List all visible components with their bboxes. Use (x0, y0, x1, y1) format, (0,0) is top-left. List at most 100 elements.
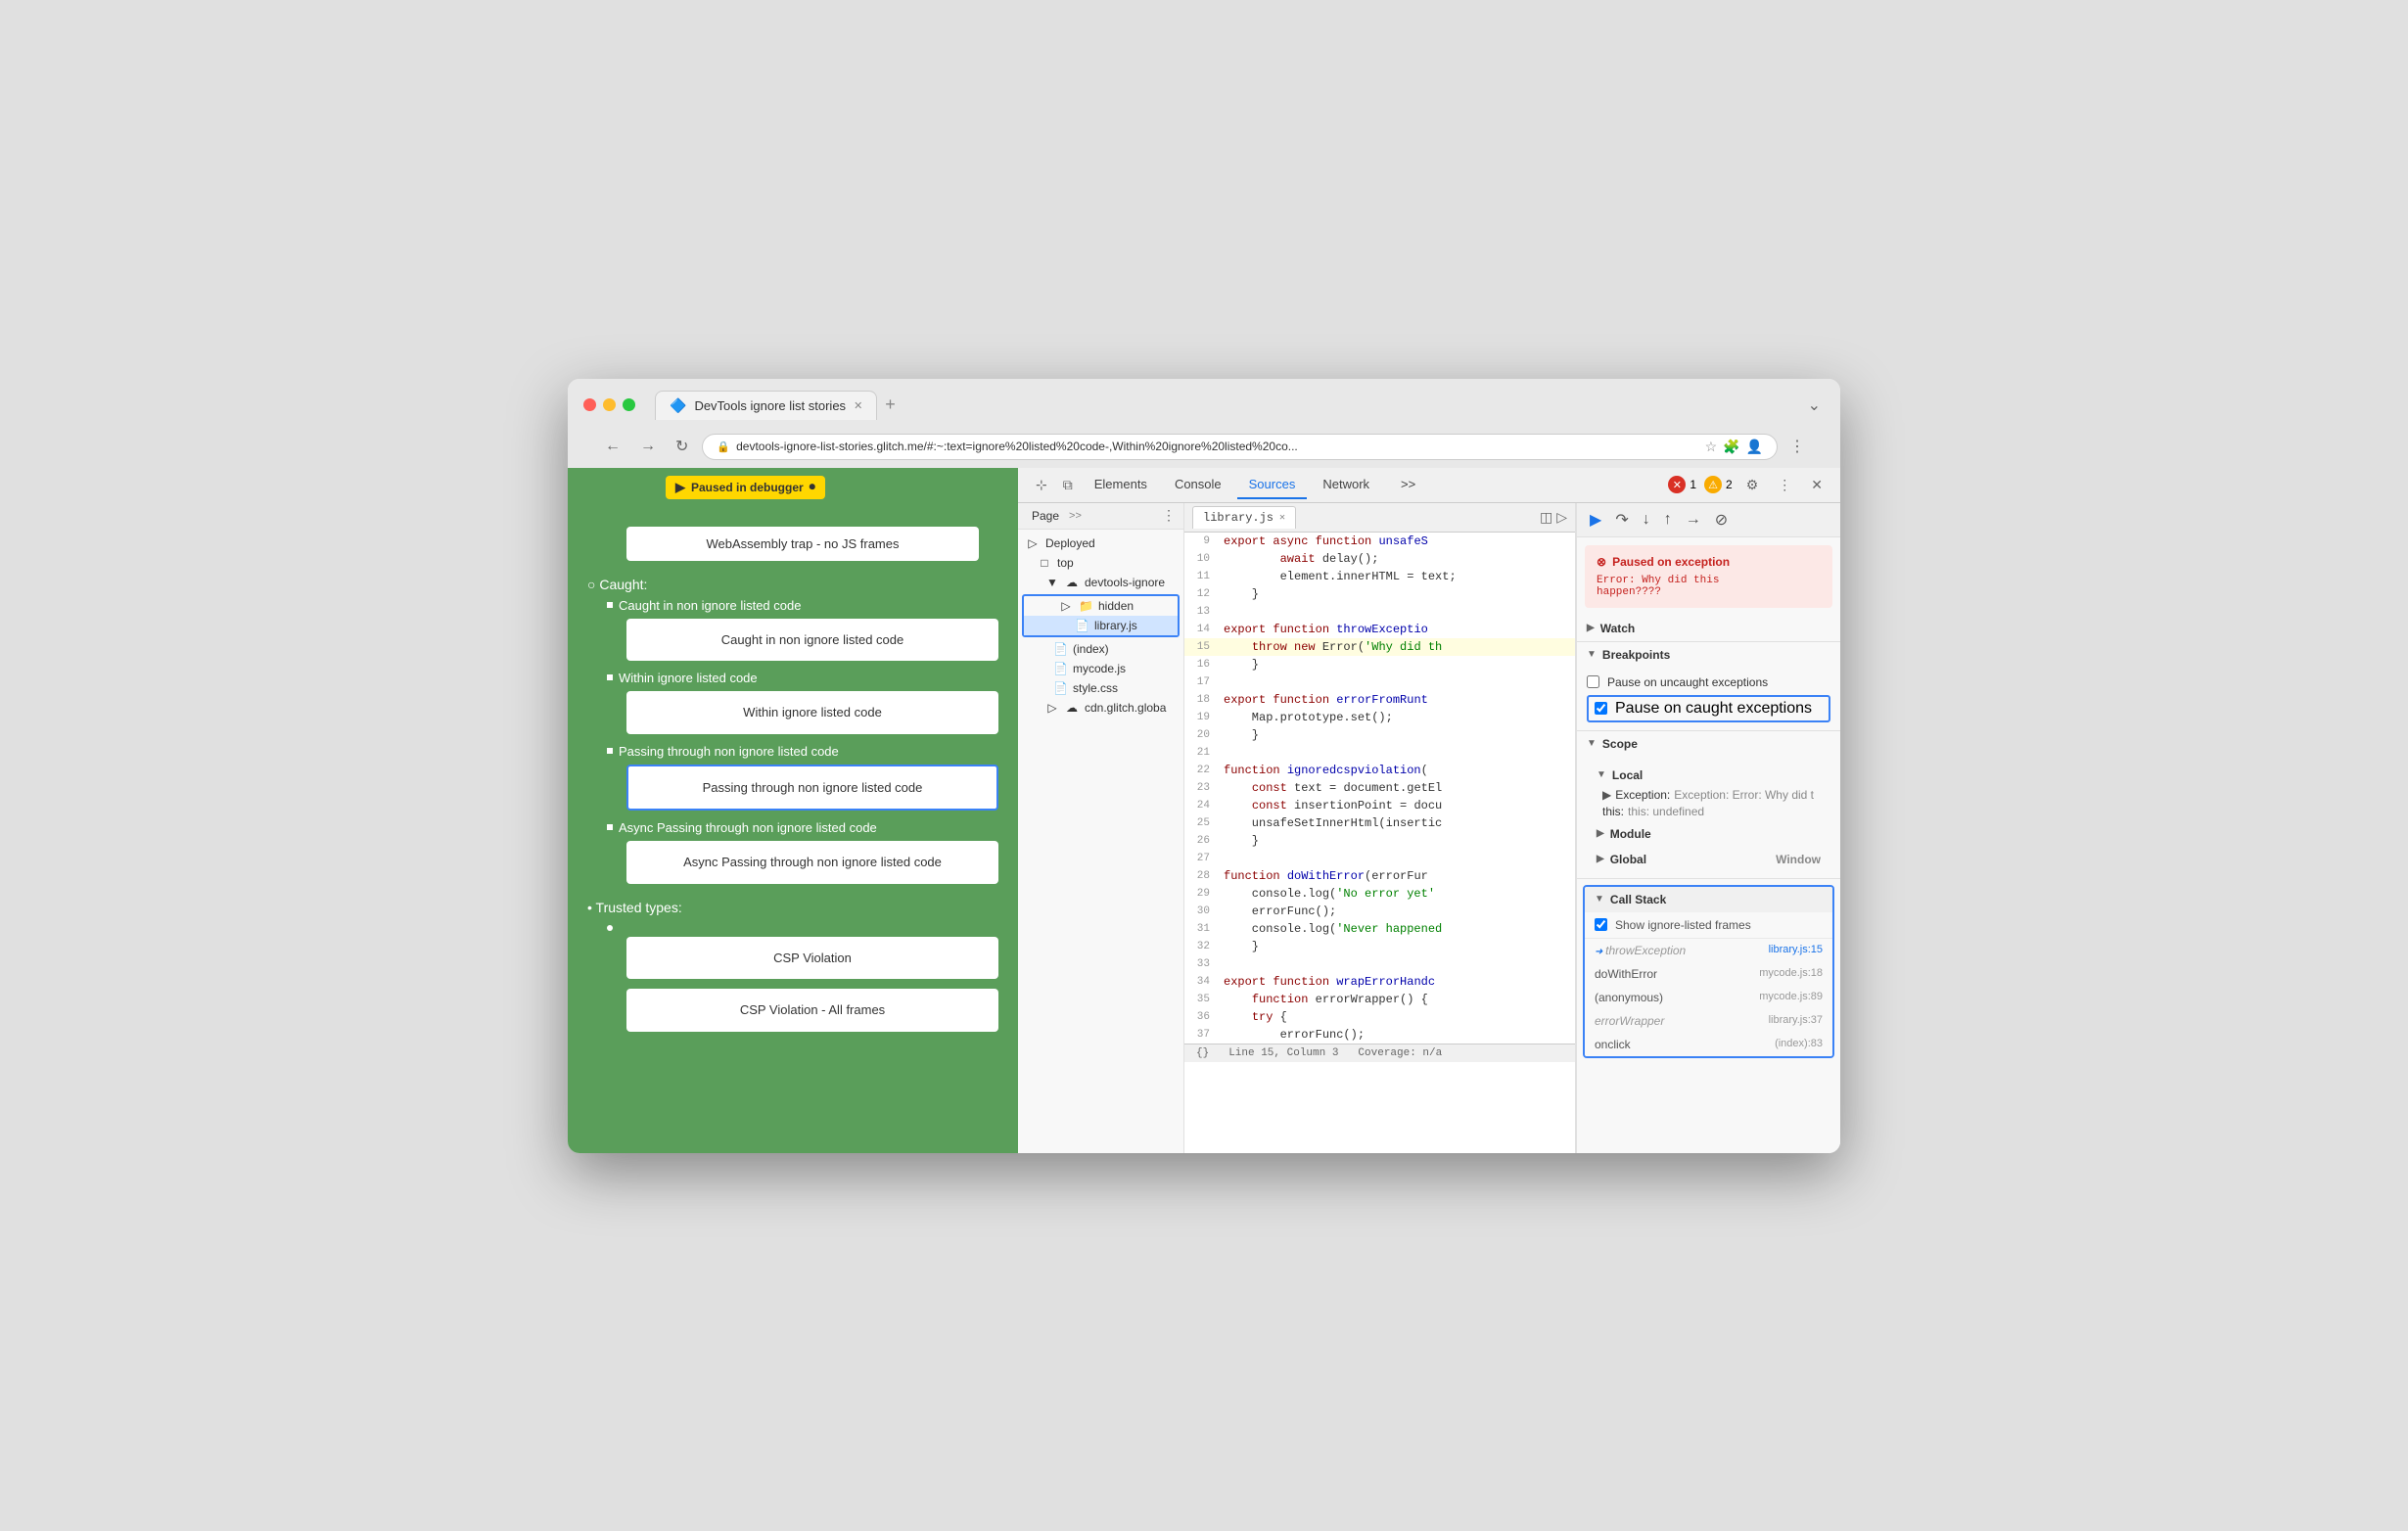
callstack-frame-4[interactable]: onclick (index):83 (1585, 1033, 1832, 1056)
tab-close-button[interactable]: ✕ (854, 399, 862, 412)
breakpoints-header[interactable]: ▼ Breakpoints (1577, 642, 1840, 668)
exception-message: Error: Why did thishappen???? (1597, 575, 1821, 598)
tab-bar: 🔷 DevTools ignore list stories ✕ + ⌄ (655, 391, 1825, 420)
csp-violation-all-box[interactable]: CSP Violation - All frames (626, 989, 998, 1032)
tab-elements[interactable]: Elements (1083, 471, 1159, 499)
callstack-frame-0[interactable]: ➜ throwException library.js:15 (1585, 939, 1832, 962)
settings-button[interactable]: ⚙ (1740, 473, 1765, 497)
passing-through-box[interactable]: Passing through non ignore listed code (626, 765, 998, 812)
close-button[interactable] (583, 398, 596, 411)
async-passing-label: Async Passing through non ignore listed … (607, 820, 998, 835)
scope-header[interactable]: ▼ Scope (1577, 731, 1840, 757)
file-devtools-folder[interactable]: ▼ ☁ devtools-ignore (1018, 573, 1183, 592)
caught-label: ○ Caught: (587, 577, 998, 592)
module-header[interactable]: ▶ Module (1587, 821, 1830, 847)
show-ignore-checkbox[interactable] (1595, 918, 1607, 931)
device-mode-button[interactable]: ⧉ (1057, 473, 1079, 497)
callstack-header[interactable]: ▼ Call Stack (1585, 887, 1832, 912)
hidden-label: hidden (1098, 599, 1134, 613)
csp-violation-box[interactable]: CSP Violation (626, 937, 998, 980)
file-style-css[interactable]: 📄 style.css (1018, 678, 1183, 698)
refresh-button[interactable]: ↻ (670, 435, 694, 458)
callstack-frame-3[interactable]: errorWrapper library.js:37 (1585, 1009, 1832, 1033)
chevron-down-icon: ▼ (1595, 894, 1604, 905)
file-mycode-js[interactable]: 📄 mycode.js (1018, 659, 1183, 678)
minimize-button[interactable] (603, 398, 616, 411)
tab-sources[interactable]: Sources (1237, 471, 1308, 499)
deactivate-breakpoints-button[interactable]: ⊘ (1710, 507, 1733, 533)
show-ignore-row: Show ignore-listed frames (1585, 912, 1832, 939)
step-over-button[interactable]: ↷ (1610, 507, 1633, 533)
code-line: 12 } (1184, 585, 1575, 603)
pause-uncaught-checkbox[interactable] (1587, 675, 1599, 688)
tab-console[interactable]: Console (1163, 471, 1233, 499)
step-out-button[interactable]: ↑ (1659, 508, 1677, 532)
code-line: 19 Map.prototype.set(); (1184, 709, 1575, 726)
global-header[interactable]: ▶ Global Window (1587, 847, 1830, 872)
code-line: 21 (1184, 744, 1575, 762)
sources-kebab-menu[interactable]: ⋮ (1162, 507, 1176, 524)
this-key: this: (1602, 805, 1624, 818)
code-line: 16 } (1184, 656, 1575, 673)
expand-icon[interactable]: ▶ (1602, 788, 1611, 802)
maximize-button[interactable] (623, 398, 635, 411)
file-hidden-folder[interactable]: ▷ 📁 hidden (1024, 596, 1178, 616)
step-into-button[interactable]: ↓ (1638, 508, 1655, 532)
back-button[interactable]: ← (599, 436, 626, 457)
devtools-header: ⊹ ⧉ Elements Console Sources Network >> (1018, 468, 1840, 503)
callstack-frame-1[interactable]: doWithError mycode.js:18 (1585, 962, 1832, 986)
new-tab-button[interactable]: + (877, 391, 903, 419)
url-actions: ☆ 🧩 👤 (1705, 439, 1763, 455)
profile-icon[interactable]: 👤 (1746, 439, 1763, 455)
chevron-right-icon: ▷ (1059, 599, 1073, 613)
scope-section: ▼ Scope ▼ Local ▶ Exception: (1577, 731, 1840, 879)
step-button[interactable]: → (1681, 508, 1706, 532)
browser-window: 🔷 DevTools ignore list stories ✕ + ⌄ ← →… (568, 379, 1840, 1153)
tab-overflow-button[interactable]: ⌄ (1804, 392, 1825, 419)
scope-content: ▼ Local ▶ Exception: Exception: Error: W… (1577, 757, 1840, 878)
file-deployed[interactable]: ▷ Deployed (1018, 534, 1183, 553)
more-tabs-button[interactable]: >> (1389, 471, 1427, 499)
editor-tab-library[interactable]: library.js ✕ (1192, 506, 1296, 529)
forward-button[interactable]: → (634, 436, 662, 457)
bullet-icon (607, 748, 613, 754)
async-passing-box[interactable]: Async Passing through non ignore listed … (626, 841, 998, 884)
inspect-element-button[interactable]: ⊹ (1030, 473, 1053, 497)
pause-uncaught-label: Pause on uncaught exceptions (1607, 675, 1768, 689)
sources-page-tab[interactable]: Page (1026, 507, 1065, 525)
more-editor-button[interactable]: ▷ (1556, 509, 1567, 526)
file-cdn-folder[interactable]: ▷ ☁ cdn.glitch.globa (1018, 698, 1183, 718)
url-bar[interactable]: 🔒 devtools-ignore-list-stories.glitch.me… (702, 434, 1778, 460)
bookmark-icon[interactable]: ☆ (1705, 439, 1718, 455)
label-text: Async Passing through non ignore listed … (619, 820, 877, 835)
toggle-sidebar-button[interactable]: ◫ (1540, 509, 1552, 526)
exception-var: ▶ Exception: Exception: Error: Why did t (1602, 788, 1830, 802)
line-position: Line 15, Column 3 (1228, 1047, 1338, 1059)
editor-tab-close[interactable]: ✕ (1279, 512, 1285, 524)
error-count-badge: ✕ (1668, 476, 1686, 493)
within-ignore-box[interactable]: Within ignore listed code (626, 691, 998, 734)
file-index[interactable]: 📄 (index) (1018, 639, 1183, 659)
local-header[interactable]: ▼ Local (1587, 763, 1830, 788)
frame-file: library.js:15 (1769, 944, 1823, 957)
pause-caught-checkbox[interactable] (1595, 702, 1607, 715)
extensions-icon[interactable]: 🧩 (1723, 439, 1739, 455)
file-top[interactable]: □ top (1018, 553, 1183, 573)
more-menu-button[interactable]: ⋮ (1785, 435, 1809, 458)
more-options-button[interactable]: ⋮ (1772, 473, 1797, 497)
tab-network[interactable]: Network (1311, 471, 1381, 499)
code-line: 37 errorFunc(); (1184, 1026, 1575, 1044)
sources-more-tabs[interactable]: >> (1069, 510, 1082, 522)
file-library-js[interactable]: 📄 library.js (1024, 616, 1178, 635)
watch-header[interactable]: ▶ Watch (1577, 616, 1840, 641)
resume-button[interactable]: ▶ (1585, 507, 1606, 533)
browser-tab[interactable]: 🔷 DevTools ignore list stories ✕ (655, 391, 877, 420)
caught-non-ignore-box[interactable]: Caught in non ignore listed code (626, 619, 998, 662)
breakpoints-label: Breakpoints (1602, 648, 1670, 662)
devtools-right: ✕ 1 ⚠ 2 ⚙ ⋮ ✕ (1668, 473, 1829, 497)
cloud-icon: ☁ (1065, 701, 1079, 715)
callstack-frame-2[interactable]: (anonymous) mycode.js:89 (1585, 986, 1832, 1009)
close-devtools-button[interactable]: ✕ (1805, 473, 1829, 497)
coverage-status: Coverage: n/a (1358, 1047, 1442, 1059)
code-line: 35 function errorWrapper() { (1184, 991, 1575, 1008)
